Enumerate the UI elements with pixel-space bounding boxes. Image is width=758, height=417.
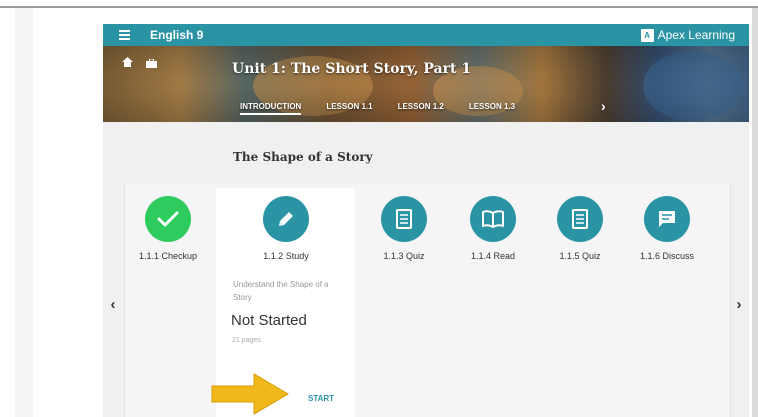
- activity-label: 1.1.1 Checkup: [138, 251, 198, 261]
- app-bar: English 9 A Apex Learning: [103, 24, 749, 46]
- activity-checkup[interactable]: 1.1.1 Checkup: [113, 196, 223, 261]
- chat-icon[interactable]: [644, 196, 690, 242]
- card-status: Not Started: [231, 312, 307, 329]
- card-description: Understand the Shape of a Story: [233, 280, 329, 302]
- tab-lesson-1-3[interactable]: LESSON 1.3: [469, 102, 515, 115]
- activity-label: 1.1.2 Study: [263, 251, 309, 261]
- activity-discuss[interactable]: 1.1.6 Discuss: [612, 196, 722, 261]
- lesson-tabs: INTRODUCTION LESSON 1.1 LESSON 1.2 LESSO…: [240, 102, 540, 115]
- quiz-icon[interactable]: [381, 196, 427, 242]
- tab-lesson-1-1[interactable]: LESSON 1.1: [326, 102, 372, 115]
- tab-lesson-1-2[interactable]: LESSON 1.2: [398, 102, 444, 115]
- tabs-next-chevron-icon[interactable]: ›: [601, 98, 606, 114]
- briefcase-icon[interactable]: [146, 55, 157, 73]
- checkmark-icon[interactable]: [145, 196, 191, 242]
- window-top-rule: [0, 6, 758, 8]
- activity-study[interactable]: 1.1.2 Study: [231, 196, 341, 261]
- pointer-arrow-icon: [210, 372, 290, 417]
- right-gutter: [752, 8, 758, 417]
- apex-logo-icon: A: [640, 28, 654, 42]
- section-title: The Shape of a Story: [233, 150, 373, 164]
- start-button[interactable]: START: [308, 394, 334, 403]
- pencil-icon[interactable]: [263, 196, 309, 242]
- course-app: English 9 A Apex Learning Unit 1: The Sh…: [103, 24, 749, 417]
- tab-introduction[interactable]: INTRODUCTION: [240, 102, 302, 115]
- unit-title: Unit 1: The Short Story, Part 1: [232, 61, 472, 77]
- activity-label: 1.1.6 Discuss: [639, 251, 695, 261]
- book-icon[interactable]: [470, 196, 516, 242]
- left-gutter: [15, 8, 33, 417]
- course-title: English 9: [150, 28, 204, 42]
- home-icon[interactable]: [122, 54, 133, 72]
- carousel-next-chevron-icon[interactable]: ›: [729, 290, 749, 320]
- quiz-icon[interactable]: [557, 196, 603, 242]
- card-pages: 21 pages: [232, 337, 261, 344]
- brand: A Apex Learning: [640, 28, 735, 42]
- carousel-prev-chevron-icon[interactable]: ‹: [103, 290, 123, 320]
- unit-banner: Unit 1: The Short Story, Part 1 INTRODUC…: [103, 46, 749, 122]
- menu-icon[interactable]: [119, 30, 130, 40]
- brand-name: Apex Learning: [657, 28, 735, 42]
